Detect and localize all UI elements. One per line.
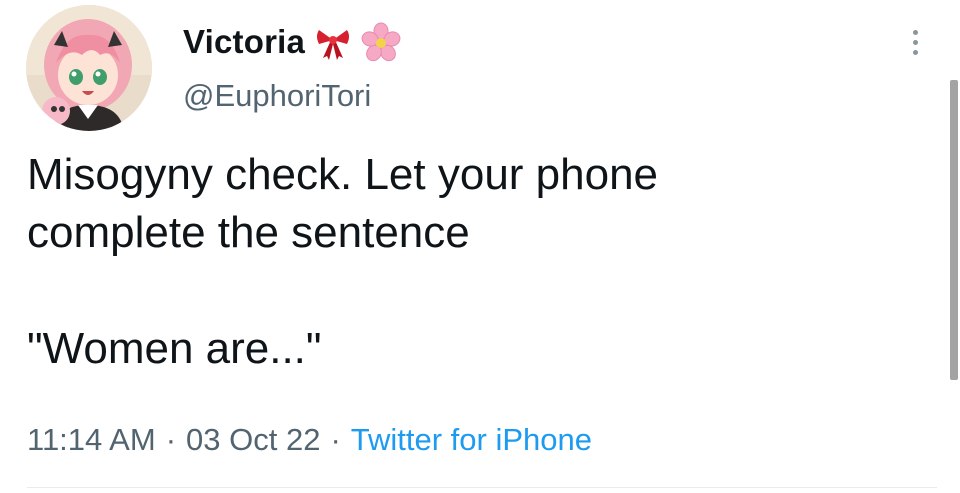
tweet-text-line: "Women are..." <box>27 324 322 373</box>
more-options-button[interactable] <box>900 20 930 64</box>
divider <box>27 487 937 488</box>
scrollbar[interactable] <box>950 80 958 380</box>
tweet-text-line: complete the sentence <box>27 208 470 257</box>
author-name-row[interactable]: Victoria <box>183 22 401 62</box>
avatar[interactable] <box>26 5 152 131</box>
tweet-text: Misogyny check. Let your phone complete … <box>27 146 907 378</box>
tweet-source-link[interactable]: Twitter for iPhone <box>351 422 592 457</box>
ribbon-emoji-icon <box>313 22 353 62</box>
tweet-date[interactable]: 03 Oct 22 <box>186 422 320 457</box>
separator-dot: · <box>165 422 177 457</box>
more-dot-icon <box>912 39 918 45</box>
tweet-metadata: 11:14 AM · 03 Oct 22 · Twitter for iPhone <box>27 420 592 460</box>
cherry-blossom-emoji-icon <box>361 22 401 62</box>
separator-dot: · <box>330 422 341 457</box>
avatar-image <box>26 5 152 131</box>
author-display-name[interactable]: Victoria <box>183 22 305 62</box>
tweet-time[interactable]: 11:14 AM <box>27 422 156 457</box>
tweet-text-line: Misogyny check. Let your phone <box>27 150 659 199</box>
tweet-card[interactable]: Victoria @EuphoriTori Misogyny check. Le… <box>0 0 960 493</box>
more-dot-icon <box>912 49 918 55</box>
author-handle[interactable]: @EuphoriTori <box>183 76 371 116</box>
more-dot-icon <box>912 29 918 35</box>
